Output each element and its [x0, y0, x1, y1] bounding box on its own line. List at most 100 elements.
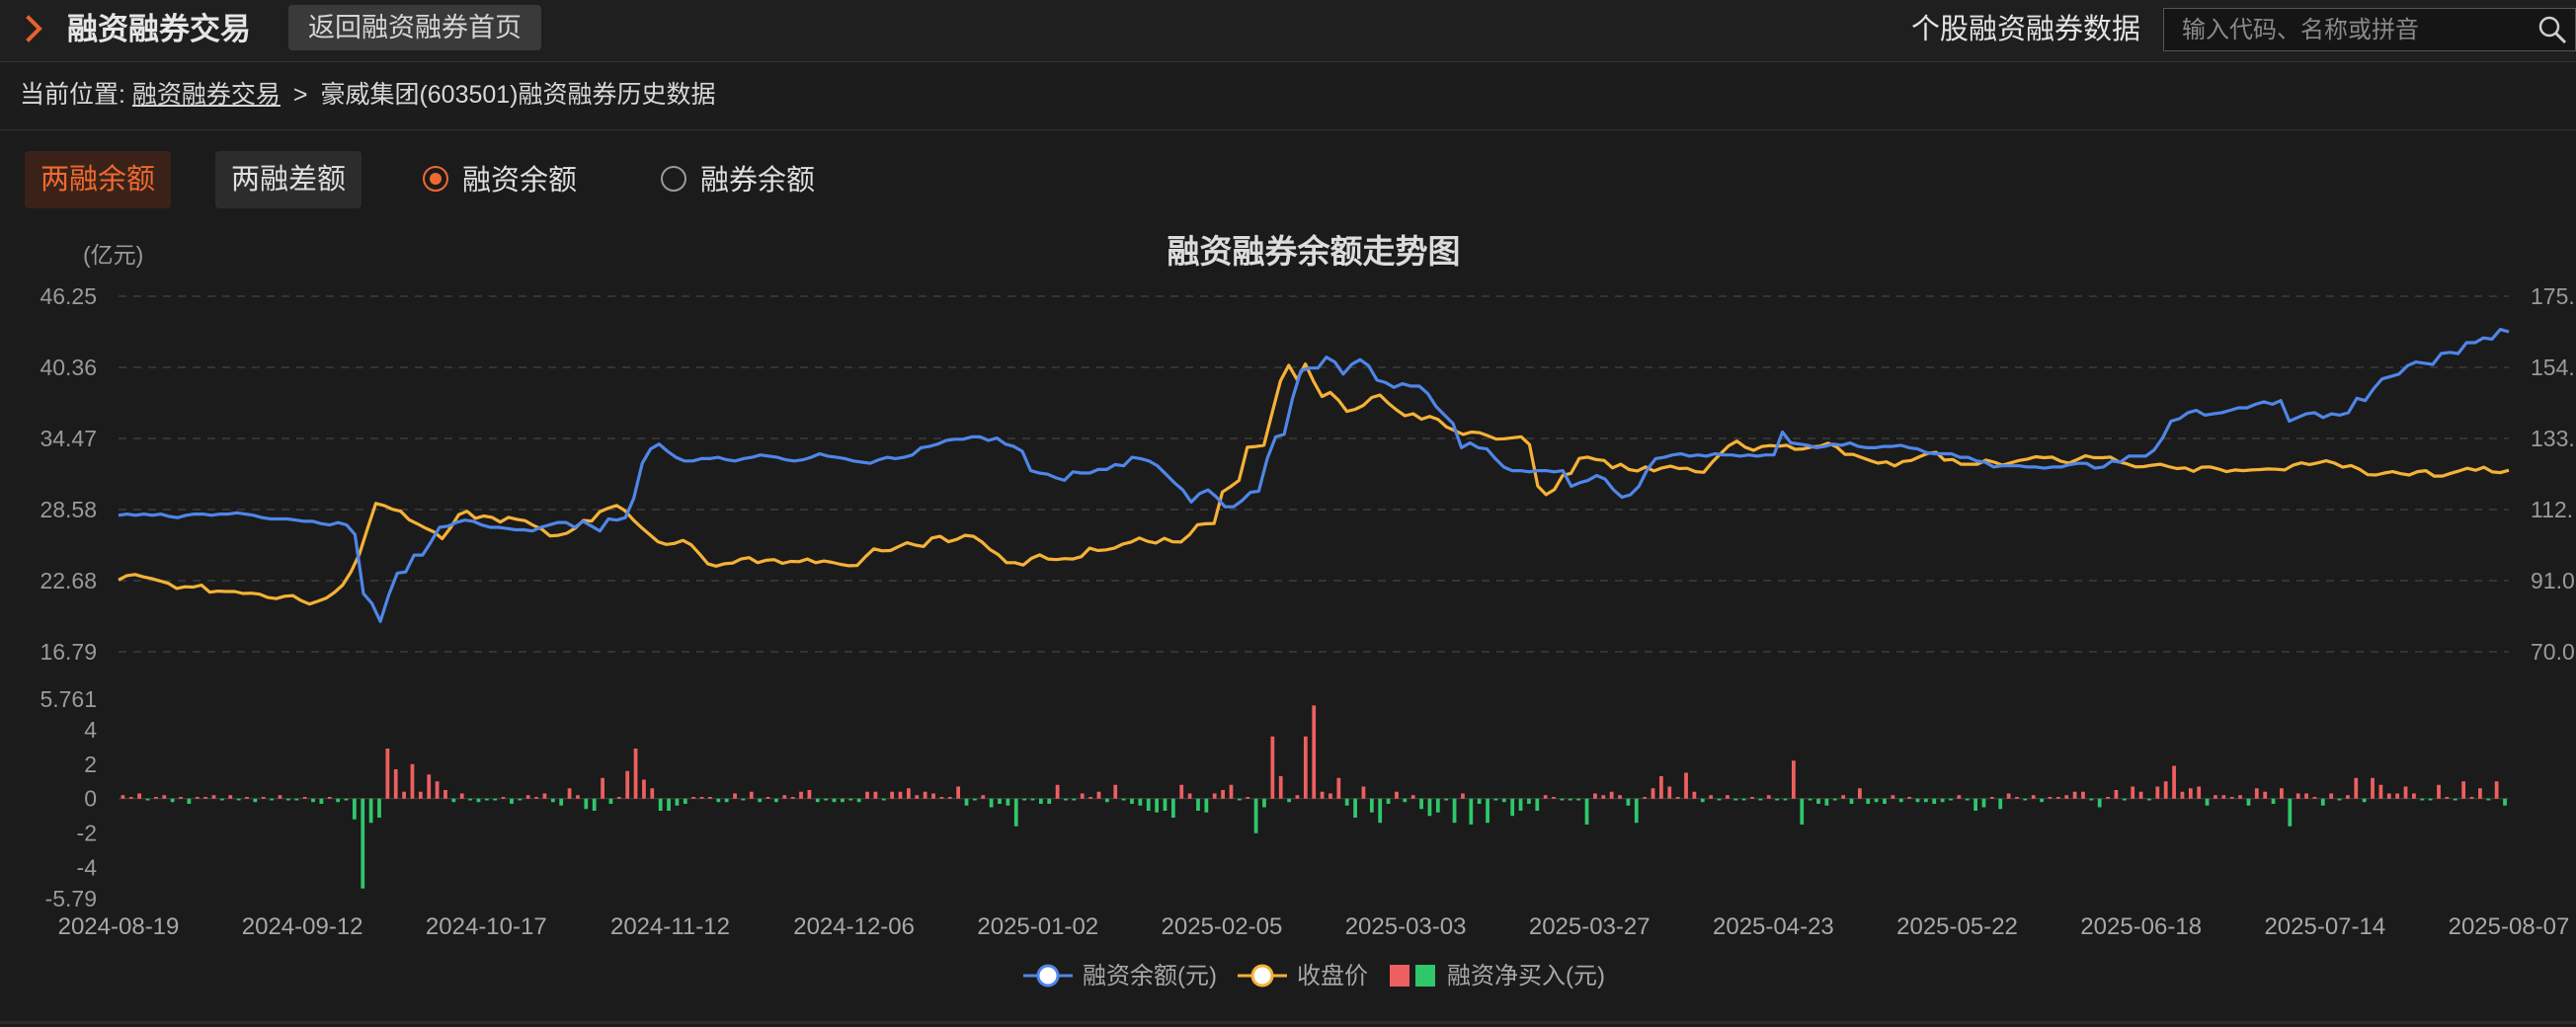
net-buy-bar	[1709, 795, 1714, 799]
net-buy-bar	[989, 798, 994, 808]
net-buy-bar	[1179, 784, 1184, 799]
net-buy-bar	[1841, 795, 1846, 799]
legend-bar-pos-swatch	[1390, 965, 1409, 987]
net-buy-bar	[1303, 736, 1308, 799]
net-buy-bar	[493, 798, 498, 801]
radio-financing-balance[interactable]: 融资余额	[423, 161, 577, 200]
net-buy-bar	[2280, 788, 2284, 799]
net-buy-bar	[1816, 798, 1820, 804]
net-buy-bar	[1601, 795, 1606, 799]
net-buy-bar	[2138, 791, 2143, 799]
y-right-tick-label: 175.	[2531, 283, 2575, 309]
net-buy-bar	[1138, 798, 1143, 806]
net-buy-bar	[1196, 798, 1200, 811]
net-buy-bar	[939, 796, 944, 799]
net-buy-bar	[2420, 798, 2425, 801]
net-buy-bar	[1973, 798, 1977, 811]
net-buy-bar	[1013, 798, 1018, 827]
net-buy-bar	[1998, 798, 2003, 810]
net-buy-bar	[128, 796, 133, 799]
net-buy-bar	[1113, 784, 1118, 799]
x-tick-label: 2025-07-14	[2264, 913, 2385, 940]
radio-securities-lending-balance[interactable]: 融券余额	[661, 161, 815, 200]
net-buy-bar	[476, 798, 481, 803]
net-buy-bar	[625, 770, 630, 799]
net-buy-bar	[1932, 798, 1937, 804]
legend-price-label: 收盘价	[1297, 963, 1368, 989]
net-buy-bar	[708, 796, 712, 799]
financing-balance-line	[118, 327, 2510, 623]
net-buy-bar	[2023, 798, 2028, 801]
net-buy-bar	[1849, 798, 1854, 804]
tab-margin-difference[interactable]: 两融差额	[215, 151, 362, 208]
net-buy-bar	[841, 798, 845, 803]
net-buy-bar	[2221, 795, 2226, 799]
net-buy-bar	[1088, 796, 1093, 799]
net-buy-bar	[1775, 798, 1780, 801]
net-buy-bar	[699, 796, 704, 799]
net-buy-bar	[187, 798, 192, 804]
net-buy-bar	[302, 796, 307, 799]
x-tick-label: 2024-12-06	[793, 913, 915, 940]
net-buy-bar	[724, 798, 729, 803]
y-right-tick-label: 154.	[2531, 355, 2575, 380]
net-buy-bar	[1427, 798, 1432, 817]
net-buy-bar	[2337, 798, 2342, 801]
net-buy-bar	[1221, 790, 1225, 799]
net-buy-bar	[1576, 798, 1581, 801]
net-buy-bar	[2295, 793, 2300, 799]
search-input[interactable]	[2180, 9, 2520, 52]
net-buy-bar	[1055, 784, 1060, 799]
net-buy-bar	[1741, 798, 1746, 801]
breadcrumb-link-margin-trading[interactable]: 融资融券交易	[132, 81, 281, 109]
net-buy-bar	[1278, 776, 1283, 799]
net-buy-bar	[228, 795, 233, 799]
net-buy-bar	[377, 798, 381, 818]
legend-financing-label: 融资余额(元)	[1083, 963, 1217, 989]
net-buy-bar	[601, 777, 604, 799]
legend-financing-marker	[1036, 964, 1060, 988]
net-buy-bar	[1403, 798, 1408, 803]
net-buy-bar	[427, 774, 432, 799]
x-tick-label: 2025-04-23	[1713, 913, 1834, 940]
net-buy-bar	[1808, 798, 1812, 801]
net-buy-bar	[848, 798, 853, 801]
net-buy-bar	[898, 791, 903, 799]
net-buy-bar	[1510, 798, 1515, 817]
net-buy-bar	[385, 749, 390, 799]
net-buy-bar	[2180, 791, 2185, 799]
net-buy-bar	[1072, 798, 1077, 801]
net-buy-bar	[518, 798, 523, 801]
stock-margin-data-link[interactable]: 个股融资融券数据	[1911, 10, 2140, 49]
net-buy-bar	[2015, 796, 2019, 799]
net-buy-bar	[2362, 798, 2367, 803]
net-buy-bar	[294, 798, 299, 801]
net-buy-bar	[1659, 776, 1663, 799]
net-buy-bar	[542, 793, 547, 799]
x-tick-label: 2024-09-12	[242, 913, 363, 940]
search-icon[interactable]	[2537, 15, 2567, 49]
net-buy-bar	[510, 798, 514, 804]
net-buy-bar	[1783, 798, 1788, 801]
close-price-line	[118, 362, 2510, 606]
net-buy-bar	[1618, 795, 1622, 799]
net-buy-bar	[2040, 798, 2044, 803]
net-buy-bar	[2197, 786, 2202, 799]
net-buy-bar	[1874, 798, 1879, 803]
net-buy-bar	[418, 791, 423, 799]
net-buy-bar	[1518, 798, 1523, 811]
back-to-home-button[interactable]: 返回融资融券首页	[288, 5, 541, 50]
net-buy-bar	[2271, 798, 2276, 804]
net-buy-bar	[2469, 796, 2474, 799]
tab-margin-balance[interactable]: 两融余额	[25, 151, 172, 208]
net-buy-bar	[2229, 796, 2234, 799]
net-buy-bar	[2072, 791, 2077, 799]
net-buy-bar	[1386, 798, 1391, 804]
net-buy-bar	[1634, 798, 1639, 824]
net-buy-bar	[865, 791, 869, 799]
net-buy-bar	[1320, 791, 1325, 799]
net-buy-bar	[749, 791, 754, 799]
net-buy-bar	[1866, 798, 1871, 804]
net-buy-bar	[443, 790, 447, 799]
y-left-tick-label: 22.68	[40, 568, 97, 593]
